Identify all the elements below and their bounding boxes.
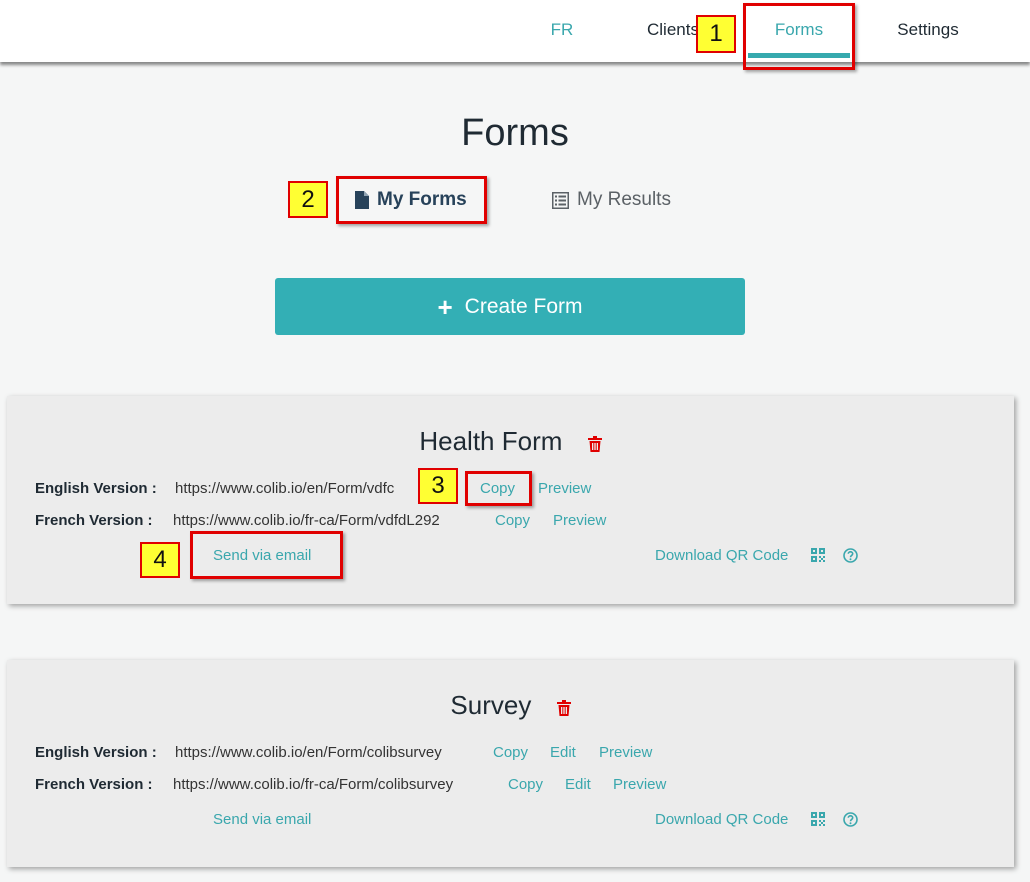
form-card-title-row: Health Form <box>7 426 1014 459</box>
tab-my-forms[interactable]: My Forms <box>355 186 467 214</box>
preview-english-link[interactable]: Preview <box>538 480 591 497</box>
nav-language-toggle[interactable]: FR <box>549 0 575 62</box>
plus-icon: + <box>437 291 453 322</box>
page-title: Forms <box>461 112 569 154</box>
callout-number-2: 2 <box>288 181 328 218</box>
copy-english-link[interactable]: Copy <box>480 480 515 497</box>
help-icon[interactable] <box>843 548 858 563</box>
tab-my-forms-label: My Forms <box>377 189 467 210</box>
nav-item-forms[interactable]: Forms <box>745 0 853 62</box>
copy-french-link[interactable]: Copy <box>508 776 543 793</box>
french-version-label: French Version : <box>35 512 153 529</box>
download-qr-code-link[interactable]: Download QR Code <box>655 547 788 564</box>
preview-english-link[interactable]: Preview <box>599 744 652 761</box>
french-version-url: https://www.colib.io/fr-ca/Form/colibsur… <box>173 776 454 793</box>
nav-item-forms-label: Forms <box>774 20 824 39</box>
english-version-label: English Version : <box>35 480 157 497</box>
callout-number-3: 3 <box>418 468 458 504</box>
send-via-email-link[interactable]: Send via email <box>213 811 311 828</box>
french-version-label: French Version : <box>35 776 153 793</box>
callout-number-4: 4 <box>140 542 180 578</box>
form-title: Survey <box>450 690 532 720</box>
qr-code-icon[interactable] <box>811 812 825 826</box>
form-title: Health Form <box>419 426 563 456</box>
copy-french-link[interactable]: Copy <box>495 512 530 529</box>
trash-icon[interactable] <box>587 428 602 459</box>
send-via-email-link[interactable]: Send via email <box>213 547 311 564</box>
english-version-label: English Version : <box>35 744 157 761</box>
french-version-url: https://www.colib.io/fr-ca/Form/vdfdL292 <box>173 512 440 529</box>
download-qr-code-link[interactable]: Download QR Code <box>655 811 788 828</box>
help-icon[interactable] <box>843 812 858 827</box>
file-icon <box>355 191 369 209</box>
form-card-title-row: Survey <box>7 690 1014 723</box>
top-navigation: FR Clients Forms Settings <box>0 0 1030 62</box>
nav-item-settings[interactable]: Settings <box>893 0 963 62</box>
qr-code-icon[interactable] <box>811 548 825 562</box>
copy-english-link[interactable]: Copy <box>493 744 528 761</box>
edit-english-link[interactable]: Edit <box>550 744 576 761</box>
trash-icon[interactable] <box>556 692 571 723</box>
edit-french-link[interactable]: Edit <box>565 776 591 793</box>
tab-my-results[interactable]: My Results <box>552 186 671 214</box>
active-tab-indicator <box>748 53 850 58</box>
create-form-button[interactable]: + Create Form <box>275 278 745 335</box>
list-table-icon <box>552 191 569 209</box>
create-form-label: Create Form <box>464 294 583 318</box>
callout-number-1: 1 <box>696 15 736 53</box>
english-version-url: https://www.colib.io/en/Form/vdfc <box>175 480 395 497</box>
form-card-survey: Survey English Version : https://www.col… <box>7 660 1014 867</box>
preview-french-link[interactable]: Preview <box>553 512 606 529</box>
tab-my-results-label: My Results <box>577 189 671 210</box>
preview-french-link[interactable]: Preview <box>613 776 666 793</box>
english-version-url: https://www.colib.io/en/Form/colibsurvey <box>175 744 442 761</box>
